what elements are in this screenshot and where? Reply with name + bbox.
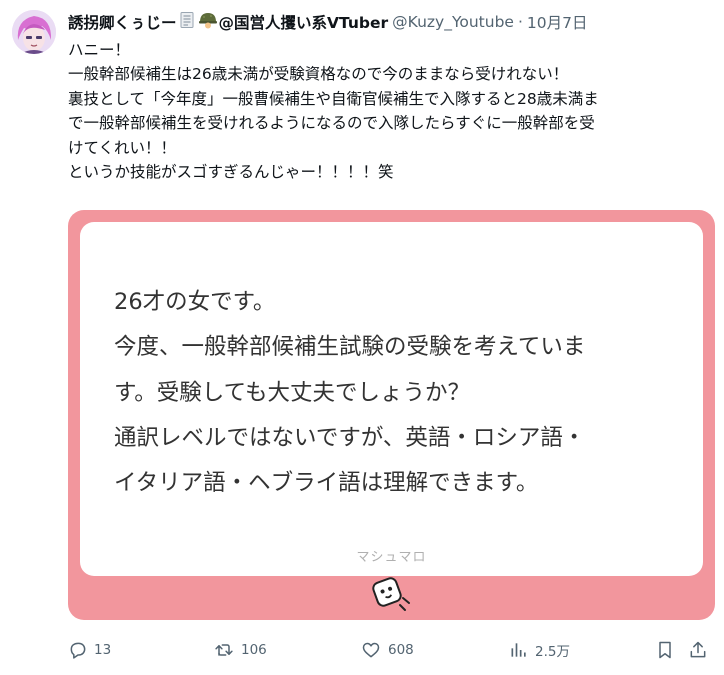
bookmark-button[interactable] (655, 632, 681, 668)
tweet-text: ハニー！ 一般幹部候補生は26歳未満が受験資格なので今のままなら受けれない！ 裏… (68, 38, 718, 184)
question-line: 26才の女です。 (114, 289, 276, 315)
like-button[interactable]: 608 (360, 632, 414, 668)
repost-button[interactable]: 106 (213, 632, 267, 668)
question-line: 今度、一般幹部候補生試験の受験を考えていま (114, 334, 586, 361)
bookmark-icon (659, 641, 671, 659)
brand-label: マシュマロ (356, 550, 427, 565)
reply-button[interactable]: 13 (68, 632, 111, 668)
tweet-date[interactable]: 10月7日 (527, 11, 588, 33)
repost-icon (215, 644, 233, 656)
avatar[interactable] (12, 10, 56, 54)
tweet-header: 誘拐卿くぅじー @国営人攫い系VTuber @Kuzy_Youtube · 10… (68, 10, 716, 34)
question-line: 通訳レベルではないですが、英語・ロシア語・ (114, 424, 586, 451)
heart-icon (362, 642, 380, 658)
action-bar: 13 106 608 2.5万 (68, 632, 718, 668)
reply-count: 13 (94, 642, 112, 658)
attached-image[interactable]: 26才の女です。 今度、一般幹部候補生試験の受験を考えていま す。受験しても大丈… (68, 210, 715, 620)
like-count: 608 (388, 642, 414, 658)
tweet-text-line: というか技能がスゴすぎるんじゃー！！！！笑 (68, 163, 394, 182)
reply-icon (70, 642, 86, 659)
separator-dot: · (517, 13, 523, 31)
marshmallow-mascot-icon (367, 572, 417, 614)
tweet-text-line: 裏技として「今年度」一般曹候補生や自衛官候補生で入隊すると28歳未満ま (68, 89, 599, 108)
military-helmet-icon (198, 11, 218, 33)
tweet-text-line: 一般幹部候補生は26歳未満が受験資格なので今のままなら受けれない！ (68, 65, 569, 84)
question-line: す。受験しても大丈夫でしょうか？ (114, 379, 470, 406)
share-icon (690, 641, 706, 658)
display-name[interactable]: 誘拐卿くぅじー (68, 11, 177, 33)
user-handle[interactable]: @Kuzy_Youtube (392, 13, 514, 31)
tweet-text-line: で一般幹部候補生を受けれるようになるので入隊したらすぐに一般幹部を受 (68, 114, 595, 133)
question-card: 26才の女です。 今度、一般幹部候補生試験の受験を考えていま す。受験しても大丈… (80, 222, 703, 576)
tweet-text-line: ハニー！ (68, 41, 131, 59)
views-chart-icon (511, 643, 526, 657)
tweet-text-line: けてくれい！！ (68, 138, 177, 157)
memo-icon (178, 11, 196, 33)
avatar-image (12, 10, 56, 54)
view-count: 2.5万 (535, 644, 570, 660)
repost-count: 106 (241, 642, 267, 658)
display-name-suffix[interactable]: @国営人攫い系VTuber (219, 11, 389, 33)
question-line: イタリア語・ヘブライ語は理解できます。 (114, 470, 539, 497)
share-button[interactable] (688, 632, 714, 668)
views-button[interactable]: 2.5万 (509, 632, 570, 668)
question-text: 26才の女です。 今度、一般幹部候補生試験の受験を考えていま す。受験しても大丈… (114, 280, 674, 506)
